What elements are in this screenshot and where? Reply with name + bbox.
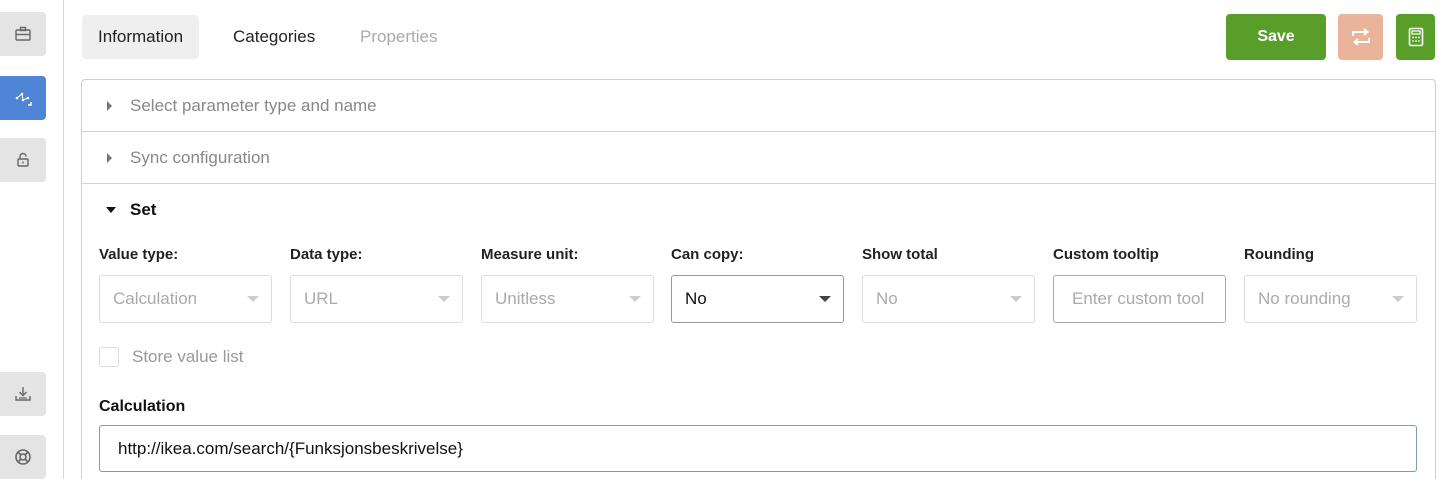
accordion-set[interactable]: Set <box>82 185 156 235</box>
select-value: No rounding <box>1258 289 1351 308</box>
data-type-select: URL <box>290 275 463 323</box>
select-value: No <box>685 289 707 308</box>
can-copy-field: Can copy: No <box>671 246 844 323</box>
swap-button[interactable] <box>1338 14 1383 60</box>
field-label: Rounding <box>1244 246 1314 263</box>
calculation-label: Calculation <box>99 398 186 415</box>
select-value: URL <box>304 289 339 308</box>
caret-right-icon <box>107 100 112 111</box>
field-label: Custom tooltip <box>1053 246 1159 263</box>
field-label: Can copy: <box>671 246 744 263</box>
accordion-sync-configuration[interactable]: Sync configuration <box>82 132 1435 184</box>
rail-button-briefcase[interactable] <box>0 12 46 56</box>
rounding-select: No rounding <box>1244 275 1417 323</box>
can-copy-select[interactable]: No <box>671 275 844 323</box>
accordion-label: Select parameter type and name <box>130 95 377 115</box>
value-type-select: Calculation <box>99 275 272 323</box>
calculator-icon <box>1408 27 1423 47</box>
select-value: Calculation <box>113 289 198 308</box>
show-total-field: Show total No <box>862 246 1035 323</box>
measure-unit-select: Unitless <box>481 275 654 323</box>
accordion-label: Sync configuration <box>130 147 270 167</box>
rail-button-download[interactable] <box>0 372 46 416</box>
chevron-down-icon <box>438 296 450 302</box>
rail-button-nodes[interactable] <box>0 76 46 120</box>
measure-unit-field: Measure unit: Unitless <box>481 246 654 323</box>
show-total-select: No <box>862 275 1035 323</box>
caret-down-icon <box>106 207 116 213</box>
chevron-down-icon <box>1392 296 1404 302</box>
calculator-button[interactable] <box>1396 14 1435 60</box>
chevron-down-icon <box>629 296 641 302</box>
field-label: Data type: <box>290 246 363 263</box>
custom-tooltip-field: Custom tooltip Enter custom tool <box>1053 246 1226 323</box>
store-value-list: Store value list <box>99 347 244 367</box>
accordion-label: Set <box>130 200 157 219</box>
lock-icon <box>17 152 29 167</box>
checkbox-label: Store value list <box>132 347 244 366</box>
download-icon <box>15 387 31 401</box>
custom-tooltip-input[interactable]: Enter custom tool <box>1053 275 1226 323</box>
tab-properties: Properties <box>360 27 438 46</box>
accordion-select-parameter[interactable]: Select parameter type and name <box>82 80 1435 132</box>
parameter-panel: Select parameter type and name Sync conf… <box>81 79 1436 479</box>
field-label: Value type: <box>99 246 179 263</box>
caret-right-icon <box>107 152 112 163</box>
select-value: Unitless <box>495 289 556 308</box>
rail-button-lock[interactable] <box>0 138 46 182</box>
save-button[interactable]: Save <box>1226 14 1326 60</box>
chevron-down-icon <box>1010 296 1022 302</box>
briefcase-icon <box>15 26 31 41</box>
tab-categories[interactable]: Categories <box>217 15 331 59</box>
field-label: Measure unit: <box>481 246 579 263</box>
calculation-input[interactable]: http://ikea.com/search/{Funksjonsbeskriv… <box>99 425 1417 472</box>
chevron-down-icon <box>819 296 831 302</box>
select-value: No <box>876 289 898 308</box>
field-label: Show total <box>862 246 938 263</box>
tab-information[interactable]: Information <box>82 15 200 59</box>
chevron-down-icon <box>247 296 259 302</box>
store-value-list-checkbox <box>99 347 119 367</box>
data-type-field: Data type: URL <box>290 246 463 323</box>
node-graph-icon <box>15 92 32 106</box>
swap-arrows-icon <box>1351 28 1370 46</box>
rounding-field: Rounding No rounding <box>1244 246 1417 323</box>
left-rail <box>0 0 64 479</box>
value-type-field: Value type: Calculation <box>99 246 272 323</box>
rail-button-help[interactable] <box>0 435 46 479</box>
lifebuoy-icon <box>15 449 31 465</box>
